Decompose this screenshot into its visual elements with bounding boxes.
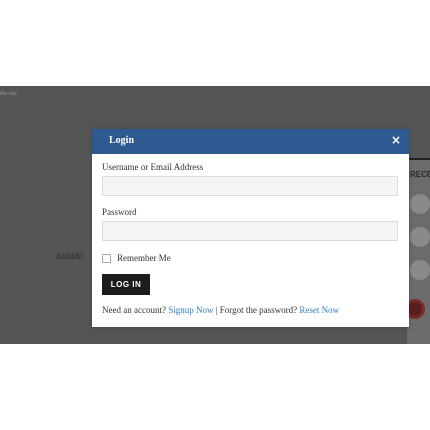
background-site-text: the site [0,91,18,97]
login-button[interactable]: LOG IN [102,274,150,295]
remember-me-checkbox[interactable] [102,253,111,263]
modal-header: Login × [92,129,409,154]
recent-widget-label: RECE [410,170,430,179]
background-filler-text: dddddd [56,251,83,261]
remember-me-label[interactable]: Remember Me [117,253,171,263]
need-account-text: Need an account? [102,305,166,315]
avatar [410,227,430,247]
password-label: Password [102,207,137,217]
username-label: Username or Email Address [102,162,204,172]
footer-separator: | [215,305,218,315]
close-icon[interactable]: × [391,133,401,147]
password-field[interactable] [102,221,398,241]
login-modal: Login × Username or Email Address Passwo… [92,129,409,327]
username-field[interactable] [102,176,398,196]
forgot-password-text: Forgot the password? [219,305,298,315]
avatar [410,260,430,280]
avatar [410,194,430,214]
signup-link[interactable]: Signup Now [168,305,213,315]
reset-password-link[interactable]: Reset Now [299,305,339,315]
account-links: Need an account? Signup Now | Forgot the… [102,305,339,315]
remember-me-row[interactable]: Remember Me [102,252,171,264]
modal-title: Login [109,135,135,146]
recent-widget-divider [407,158,430,160]
page: the site dddddd RECE Login × Username or… [0,0,430,430]
